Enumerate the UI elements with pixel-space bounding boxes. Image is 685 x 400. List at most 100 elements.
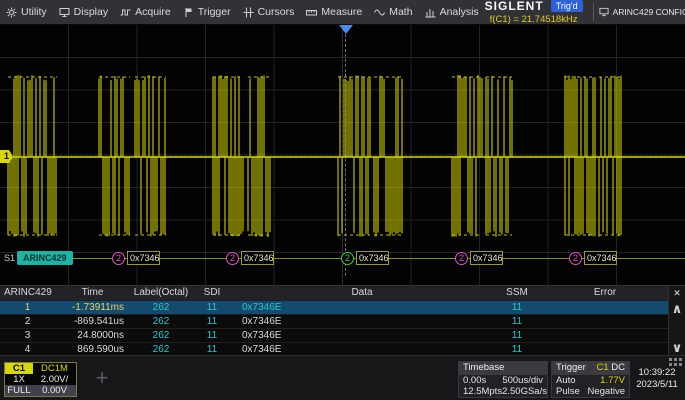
clock[interactable]: 10:39:22 2023/5/11 (633, 367, 681, 391)
col-header-error: Error (542, 286, 668, 300)
trigger-status-badge: Trig'd (551, 0, 583, 12)
decode-frame[interactable]: 20x7346E (569, 251, 617, 265)
cell-label: 262 (130, 315, 192, 329)
col-header-sdi: SDI (192, 286, 232, 300)
math-sine-icon (374, 7, 385, 18)
menu-display[interactable]: Display (53, 0, 114, 25)
frame-badge: 2 (226, 252, 239, 265)
frame-data-value: 0x7346E (241, 251, 274, 265)
cell-label: 262 (130, 301, 192, 315)
menu-label: Trigger (198, 6, 231, 18)
timebase-box[interactable]: Timebase 0.00s 500us/div 12.5Mpts 2.50GS… (458, 361, 548, 398)
cell-label: 262 (130, 329, 192, 343)
menu-trigger[interactable]: Trigger (177, 0, 237, 25)
scroll-up-icon[interactable]: ∧ (669, 302, 685, 316)
menu-math[interactable]: Math (368, 0, 418, 25)
decode-frame[interactable]: 20x7346E (341, 251, 389, 265)
frame-badge: 2 (112, 252, 125, 265)
frame-badge: 2 (569, 252, 582, 265)
clock-time: 10:39:22 (633, 367, 681, 379)
cell-sdi: 11 (192, 301, 232, 315)
menu-utility[interactable]: Utility (0, 0, 53, 25)
cell-time: 24.8000ns (55, 329, 130, 343)
trigger-coupling: DC (611, 362, 625, 373)
table-row[interactable]: 4 869.590us 262 11 0x7346E 11 (0, 342, 668, 356)
menu-label: Cursors (258, 6, 295, 18)
scroll-down-icon[interactable]: ∨ (669, 341, 685, 355)
decode-bus-row: S1 ARINC429 20x7346E20x7346E20x7346E20x7… (0, 250, 685, 268)
cell-data: 0x7346E (232, 315, 492, 329)
frequency-counter: f(C1) = 21.74518kHz (490, 14, 578, 25)
cell-index: 2 (0, 315, 55, 329)
frame-data-value: 0x7346E (356, 251, 389, 265)
arinc429-config-button[interactable]: ARINC429 CONFIG (599, 7, 685, 17)
decode-table: ARINC429 Time Label(Octal) SDI Data SSM … (0, 285, 685, 355)
trigger-box[interactable]: Trigger C1 DC Auto 1.77V Pulse Negative (551, 361, 630, 398)
topbar-divider (593, 3, 594, 21)
cell-data: 0x7346E (232, 301, 492, 315)
cell-index: 1 (0, 301, 55, 315)
col-header-data: Data (232, 286, 492, 300)
frame-data-value: 0x7346E (584, 251, 617, 265)
cell-time: -869.541us (55, 315, 130, 329)
clock-date: 2023/5/11 (633, 379, 681, 391)
col-header-arinc429: ARINC429 (0, 286, 55, 300)
channel-probe: 1X (5, 374, 33, 385)
cell-error (542, 315, 668, 329)
frame-data-value: 0x7346E (127, 251, 160, 265)
table-header: ARINC429 Time Label(Octal) SDI Data SSM … (0, 286, 668, 300)
table-row[interactable]: 1 -1.73911ms 262 11 0x7346E 11 (0, 300, 668, 314)
menu-measure[interactable]: Measure (300, 0, 368, 25)
cursors-icon (243, 7, 254, 18)
utility-gear-icon (6, 7, 17, 18)
menu-label: Measure (321, 6, 362, 18)
trigger-title: Trigger (556, 362, 586, 375)
channel-scale: 2.00V/ (33, 374, 76, 385)
decode-bus-label[interactable]: ARINC429 (17, 251, 73, 265)
cell-error (542, 329, 668, 343)
channel-bandwidth: FULL (5, 385, 33, 396)
close-icon[interactable]: ✕ (669, 286, 685, 300)
add-channel-button[interactable]: + (90, 366, 114, 390)
waveform-grid-svg (0, 25, 685, 285)
oscilloscope-screen: Utility Display Acquire Trigger Cursors … (0, 0, 685, 400)
decode-frame[interactable]: 20x7346E (112, 251, 160, 265)
decode-frame[interactable]: 20x7346E (455, 251, 503, 265)
trigger-position-marker[interactable] (339, 25, 353, 34)
measure-ruler-icon (306, 7, 317, 18)
table-row[interactable]: 3 24.8000ns 262 11 0x7346E 11 (0, 328, 668, 342)
scope-display-icon (599, 7, 609, 17)
timebase-delay: 0.00s (463, 375, 486, 386)
table-scrollbar[interactable]: ✕ ∧ ∨ (668, 286, 685, 356)
trigger-source: C1 (596, 362, 608, 373)
trigger-level: 1.77V (600, 375, 625, 386)
menu-acquire[interactable]: Acquire (114, 0, 177, 25)
menu-cursors[interactable]: Cursors (237, 0, 301, 25)
cell-sdi: 11 (192, 315, 232, 329)
channel-coupling: DC1M (33, 363, 76, 374)
col-header-ssm: SSM (492, 286, 542, 300)
topbar-right-cluster: SIGLENT Trig'd f(C1) = 21.74518kHz ARINC… (485, 0, 685, 25)
menu-analysis[interactable]: Analysis (419, 0, 485, 25)
decode-frame[interactable]: 20x7346E (226, 251, 274, 265)
decode-source-label: S1 (4, 253, 15, 263)
trigger-mode: Auto (556, 375, 576, 386)
cell-ssm: 11 (492, 329, 542, 343)
trigger-type: Pulse (556, 386, 580, 397)
status-bar: C1 DC1M 1X 2.00V/ FULL 0.00V + Timebase … (0, 355, 685, 400)
menu-label: Analysis (440, 6, 479, 18)
display-monitor-icon (59, 7, 70, 18)
waveform-display[interactable]: 1 S1 ARINC429 20x7346E20x7346E20x7346E20… (0, 25, 685, 285)
analysis-chart-icon (425, 7, 436, 18)
menu-label: Math (389, 6, 412, 18)
channel1-descriptor-box[interactable]: C1 DC1M 1X 2.00V/ FULL 0.00V (4, 362, 77, 397)
acquire-wave-icon (120, 7, 131, 18)
menu-label: Utility (21, 6, 47, 18)
timebase-memory: 12.5Mpts (463, 386, 502, 397)
top-menu-bar: Utility Display Acquire Trigger Cursors … (0, 0, 685, 25)
network-grid-icon[interactable] (669, 358, 682, 368)
frame-badge: 2 (341, 252, 354, 265)
frame-data-value: 0x7346E (470, 251, 503, 265)
trigger-flag-icon (183, 7, 194, 18)
table-row[interactable]: 2 -869.541us 262 11 0x7346E 11 (0, 314, 668, 328)
